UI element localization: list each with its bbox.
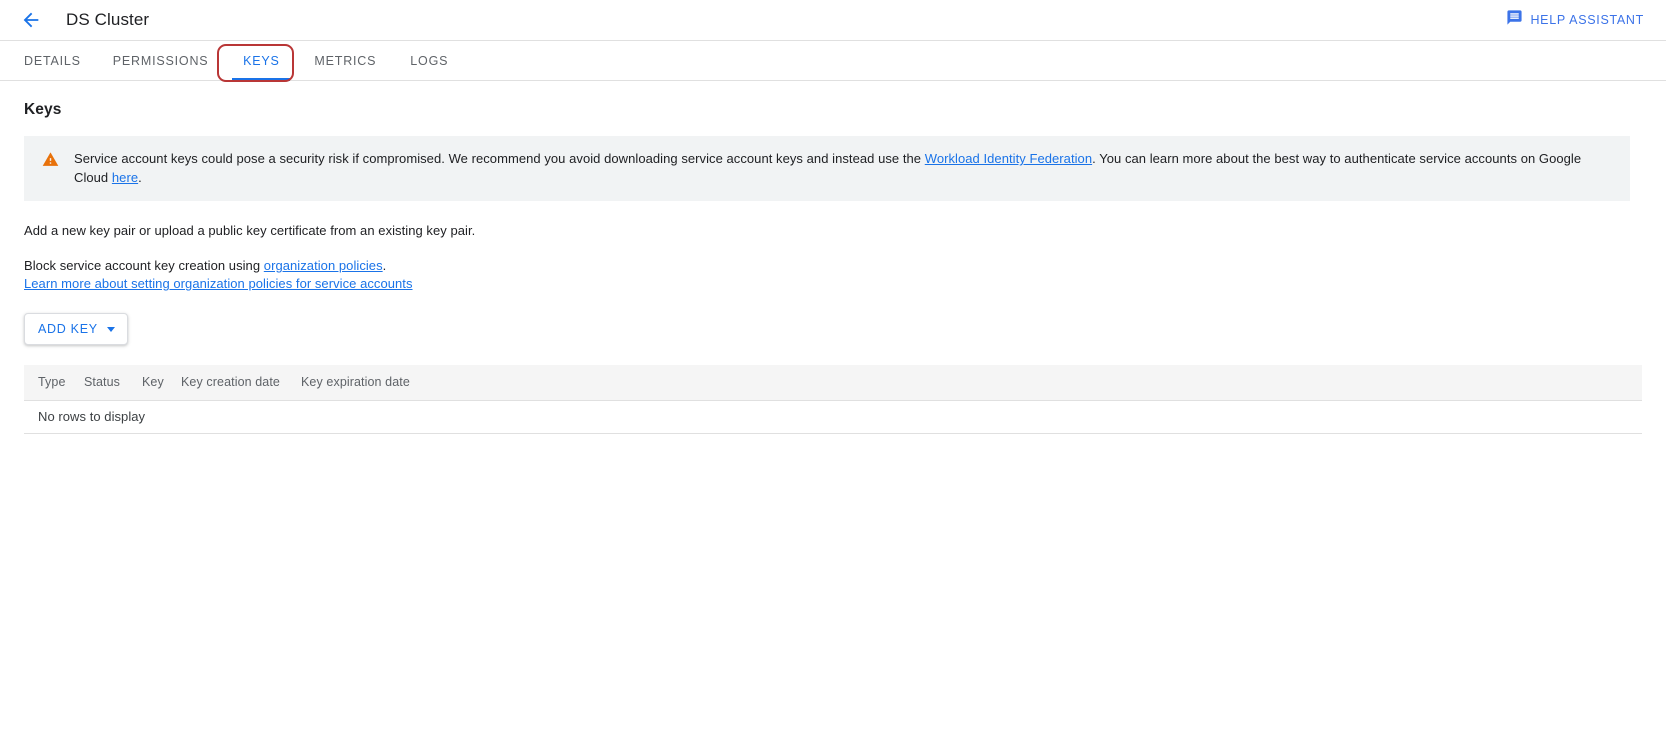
tab-bar: DETAILS PERMISSIONS KEYS METRICS LOGS (0, 41, 1666, 81)
security-warning-text: Service account keys could pose a securi… (74, 149, 1614, 187)
column-header-type[interactable]: Type (24, 365, 84, 400)
column-header-key-creation-date[interactable]: Key creation date (181, 365, 301, 400)
security-warning-banner: Service account keys could pose a securi… (24, 136, 1630, 201)
here-link[interactable]: here (112, 170, 138, 185)
block-key-creation-suffix: . (383, 258, 387, 273)
page-title: DS Cluster (66, 10, 149, 30)
column-header-key[interactable]: Key (142, 365, 181, 400)
tab-metrics-label: METRICS (314, 54, 376, 68)
add-key-toolbar: ADD KEY (24, 313, 1642, 345)
learn-more-org-policies-link[interactable]: Learn more about setting organization po… (24, 276, 413, 291)
tab-details[interactable]: DETAILS (8, 41, 97, 80)
workload-identity-federation-link[interactable]: Workload Identity Federation (925, 151, 1092, 166)
table-empty-row: No rows to display (24, 400, 1642, 433)
tab-keys-label: KEYS (243, 54, 280, 68)
keys-table: Type Status Key Key creation date Key ex… (24, 365, 1642, 434)
warning-triangle-icon (40, 151, 60, 168)
tab-logs-label: LOGS (410, 54, 448, 68)
keys-page-content: Keys Service account keys could pose a s… (0, 101, 1666, 434)
block-key-creation-prefix: Block service account key creation using (24, 258, 260, 273)
tab-keys[interactable]: KEYS (224, 41, 298, 80)
add-key-button[interactable]: ADD KEY (24, 313, 128, 345)
help-assistant-button[interactable]: HELP ASSISTANT (1506, 9, 1648, 31)
tab-details-label: DETAILS (24, 54, 81, 68)
app-header: DS Cluster HELP ASSISTANT (0, 0, 1666, 41)
warning-text-1: Service account keys could pose a securi… (74, 151, 921, 166)
tab-metrics[interactable]: METRICS (298, 41, 392, 80)
column-header-status[interactable]: Status (84, 365, 142, 400)
tab-logs[interactable]: LOGS (392, 41, 466, 80)
column-header-key-expiration-date[interactable]: Key expiration date (301, 365, 1642, 400)
block-key-creation-text: Block service account key creation using… (24, 258, 1642, 273)
keys-table-head: Type Status Key Key creation date Key ex… (24, 365, 1642, 400)
tab-permissions[interactable]: PERMISSIONS (97, 41, 225, 80)
help-assistant-label: HELP ASSISTANT (1530, 13, 1644, 27)
back-button[interactable] (18, 7, 44, 33)
section-title: Keys (24, 101, 1642, 119)
arrow-back-icon (20, 9, 42, 31)
keys-table-body: No rows to display (24, 400, 1642, 433)
chevron-down-icon (107, 327, 115, 332)
add-key-description: Add a new key pair or upload a public ke… (24, 223, 1642, 238)
table-header-row: Type Status Key Key creation date Key ex… (24, 365, 1642, 400)
chat-article-icon (1506, 9, 1523, 31)
organization-policies-link[interactable]: organization policies (264, 258, 383, 273)
add-key-label: ADD KEY (38, 322, 98, 336)
tab-permissions-label: PERMISSIONS (113, 54, 209, 68)
empty-state-message: No rows to display (24, 400, 1642, 433)
warning-text-3: . (138, 170, 142, 185)
learn-more-row: Learn more about setting organization po… (24, 276, 1642, 291)
